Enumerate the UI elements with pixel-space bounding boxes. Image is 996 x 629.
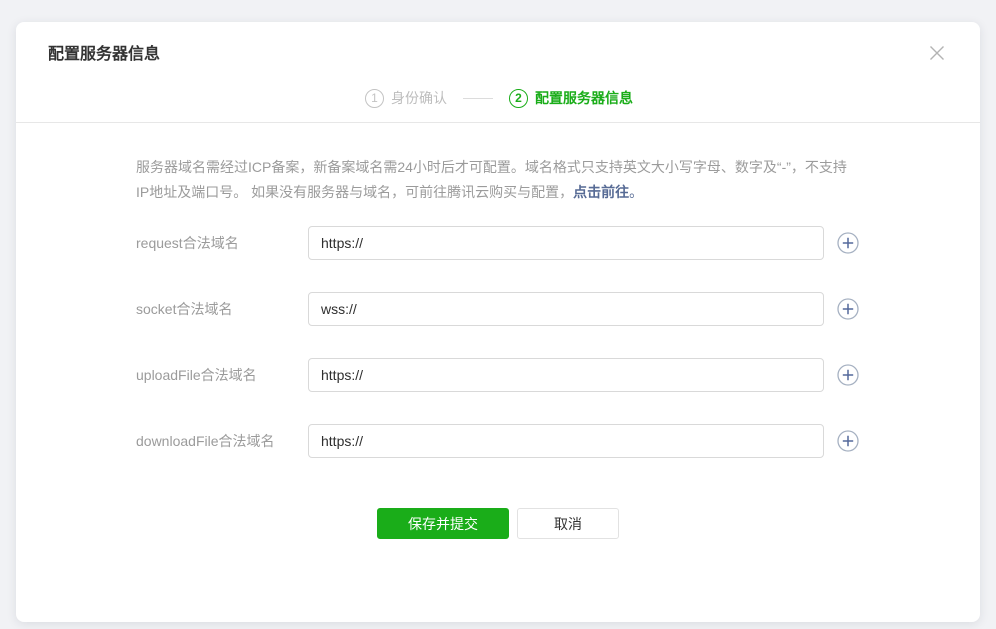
step-identity-confirm: 1 身份确认 — [365, 88, 447, 108]
uploadfile-domain-input[interactable] — [308, 358, 824, 392]
plus-circle-icon — [837, 298, 859, 320]
form-row-uploadfile-domain: uploadFile合法域名 — [136, 358, 860, 392]
step-indicator: 1 身份确认 2 配置服务器信息 — [48, 88, 950, 108]
note-trailing-period: 。 — [629, 184, 643, 200]
note-text: 服务器域名需经过ICP备案，新备案域名需24小时后才可配置。域名格式只支持英文大… — [136, 159, 847, 200]
step-1-label: 身份确认 — [391, 88, 447, 108]
socket-domain-label: socket合法域名 — [136, 299, 308, 319]
form-row-downloadfile-domain: downloadFile合法域名 — [136, 424, 860, 458]
request-domain-input[interactable] — [308, 226, 824, 260]
plus-circle-icon — [837, 232, 859, 254]
step-1-circle: 1 — [365, 89, 384, 108]
add-downloadfile-domain-button[interactable] — [836, 429, 860, 453]
plus-circle-icon — [837, 364, 859, 386]
form-row-socket-domain: socket合法域名 — [136, 292, 860, 326]
save-and-submit-button[interactable]: 保存并提交 — [377, 508, 509, 539]
add-uploadfile-domain-button[interactable] — [836, 363, 860, 387]
form-row-request-domain: request合法域名 — [136, 226, 860, 260]
step-2-circle: 2 — [509, 89, 528, 108]
configure-server-dialog: 配置服务器信息 1 身份确认 2 配置服务器信息 服务器域名需经过ICP备案，新… — [16, 22, 980, 622]
close-icon — [926, 42, 948, 64]
dialog-footer: 保存并提交 取消 — [136, 508, 860, 539]
step-configure-server: 2 配置服务器信息 — [509, 88, 633, 108]
add-request-domain-button[interactable] — [836, 231, 860, 255]
dialog-header-top: 配置服务器信息 — [48, 40, 950, 66]
downloadfile-domain-label: downloadFile合法域名 — [136, 431, 308, 451]
downloadfile-domain-input[interactable] — [308, 424, 824, 458]
socket-domain-input[interactable] — [308, 292, 824, 326]
domain-requirements-note: 服务器域名需经过ICP备案，新备案域名需24小时后才可配置。域名格式只支持英文大… — [136, 155, 860, 204]
dialog-title: 配置服务器信息 — [48, 40, 160, 64]
dialog-header: 配置服务器信息 1 身份确认 2 配置服务器信息 — [16, 22, 980, 123]
step-separator-line — [463, 98, 493, 99]
dialog-body: 服务器域名需经过ICP备案，新备案域名需24小时后才可配置。域名格式只支持英文大… — [16, 123, 980, 539]
close-button[interactable] — [924, 40, 950, 66]
go-to-tencent-cloud-link[interactable]: 点击前往 — [573, 184, 629, 200]
add-socket-domain-button[interactable] — [836, 297, 860, 321]
plus-circle-icon — [837, 430, 859, 452]
request-domain-label: request合法域名 — [136, 233, 308, 253]
step-2-label: 配置服务器信息 — [535, 88, 633, 108]
uploadfile-domain-label: uploadFile合法域名 — [136, 365, 308, 385]
cancel-button[interactable]: 取消 — [517, 508, 619, 539]
